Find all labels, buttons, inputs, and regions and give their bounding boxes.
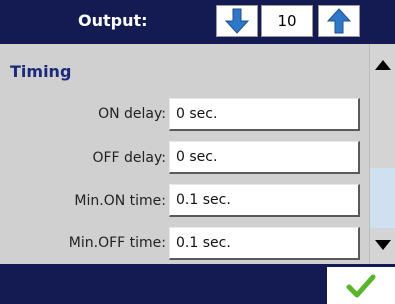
- scroll-down-triangle-icon: [375, 240, 391, 250]
- min-on-time-field[interactable]: 0.1 sec.: [169, 184, 360, 217]
- min-on-time-label: Min.ON time:: [74, 193, 166, 209]
- scroll-thumb[interactable]: [370, 168, 395, 228]
- min-off-time-label: Min.OFF time:: [68, 235, 166, 251]
- vertical-scrollbar[interactable]: [369, 44, 395, 264]
- off-delay-field[interactable]: 0 sec.: [169, 141, 360, 174]
- increment-button[interactable]: [318, 5, 360, 37]
- decrement-button[interactable]: [216, 5, 258, 37]
- min-off-time-field[interactable]: 0.1 sec.: [169, 227, 360, 260]
- off-delay-label: OFF delay:: [92, 150, 166, 166]
- output-title: Output:: [78, 11, 148, 30]
- section-title: Timing: [10, 62, 72, 81]
- output-number-field[interactable]: 10: [261, 5, 313, 37]
- scroll-up-button[interactable]: [370, 50, 395, 80]
- on-delay-field[interactable]: 0 sec.: [169, 98, 360, 131]
- checkmark-icon: [346, 274, 376, 297]
- scroll-up-triangle-icon: [375, 60, 391, 70]
- arrow-up-icon: [327, 8, 351, 34]
- ok-button[interactable]: [327, 267, 395, 304]
- arrow-down-icon: [225, 8, 249, 34]
- settings-panel: Timing ON delay: 0 sec. OFF delay: 0 sec…: [0, 44, 369, 264]
- scroll-down-button[interactable]: [370, 230, 395, 260]
- on-delay-label: ON delay:: [98, 106, 166, 122]
